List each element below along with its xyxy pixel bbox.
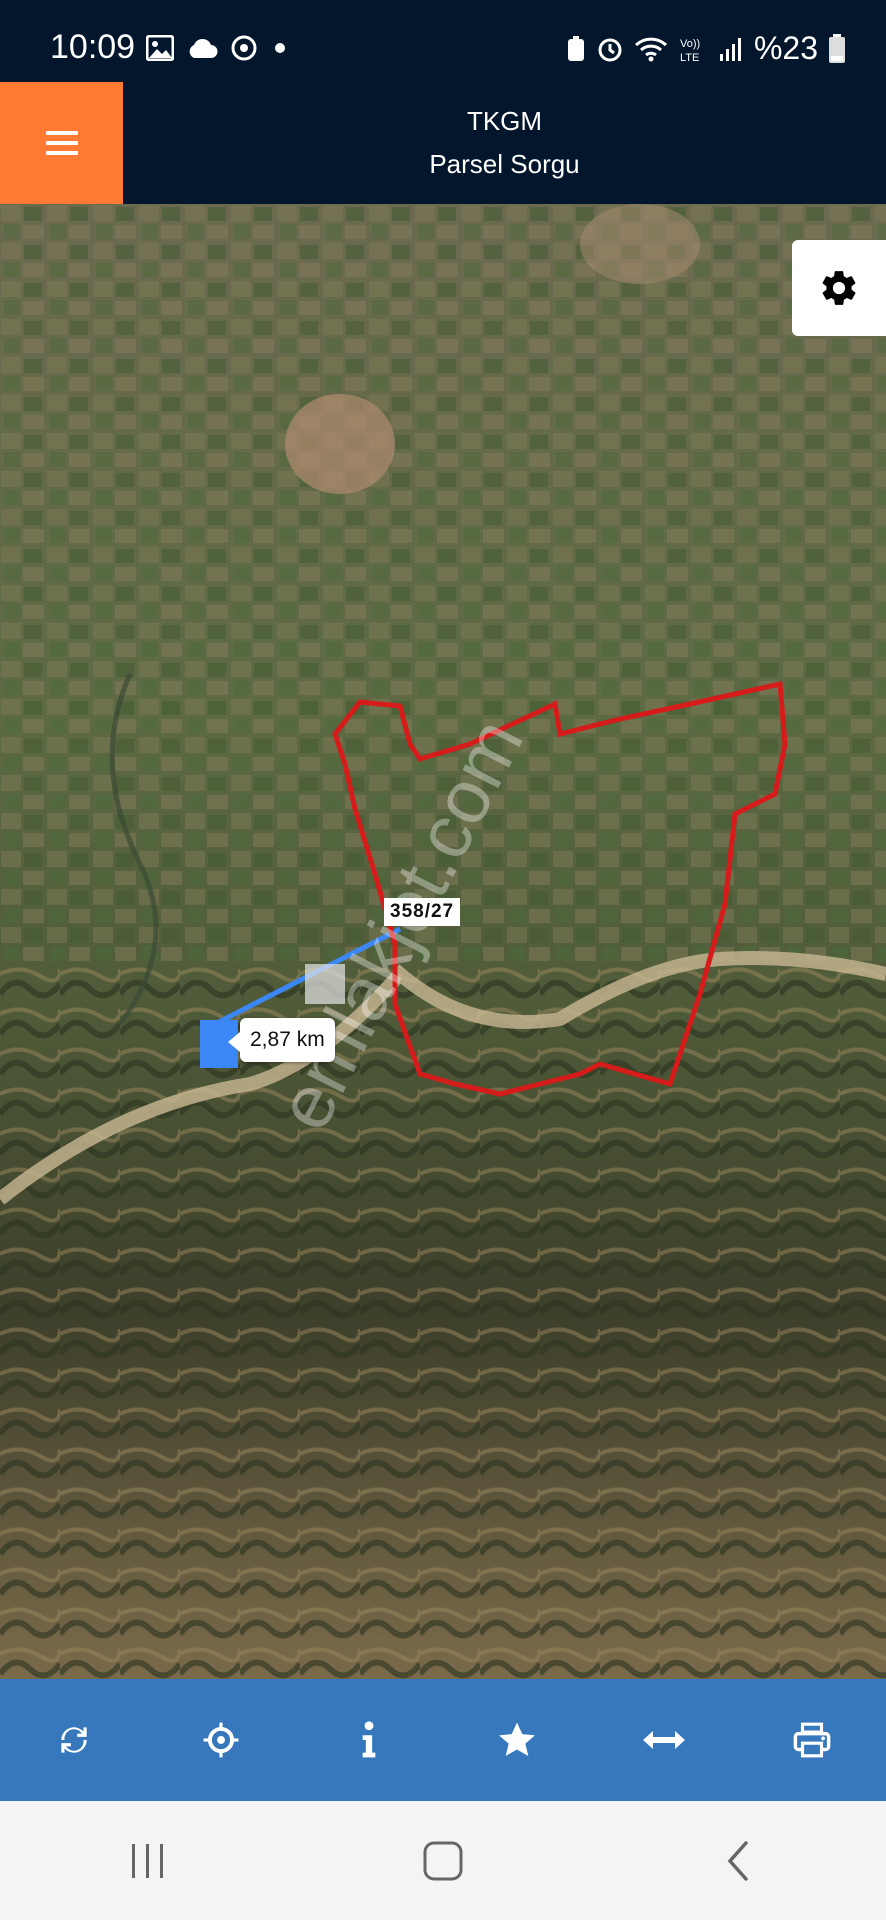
print-button[interactable] (752, 1679, 872, 1801)
status-notification-icons (146, 34, 290, 62)
measure-button[interactable] (604, 1679, 724, 1801)
status-bar: 10:09 Vo)) LTE %23 (0, 0, 886, 82)
measure-icon (643, 1731, 686, 1749)
sync-icon (231, 35, 257, 61)
satellite-map[interactable]: emlakjet.com 358/27 2,87 km (0, 204, 886, 1679)
wifi-icon (634, 37, 667, 61)
battery-icon (829, 33, 845, 63)
crosshair-icon (204, 1722, 239, 1758)
gear-icon (822, 271, 856, 305)
app-title: TKGM (466, 106, 543, 136)
app-bar: TKGM Parsel Sorgu (0, 82, 886, 204)
app-subtitle: Parsel Sorgu (429, 149, 580, 179)
system-nav-bar (0, 1801, 886, 1920)
svg-text:LTE: LTE (680, 52, 699, 63)
menu-button[interactable] (0, 82, 123, 204)
back-button[interactable] (678, 1811, 798, 1911)
refresh-icon (61, 1727, 87, 1753)
refresh-button[interactable] (14, 1679, 134, 1801)
recent-apps-button[interactable] (88, 1811, 208, 1911)
map-toolbar (0, 1679, 886, 1801)
parcel-label[interactable]: 358/27 (384, 898, 461, 926)
distance-label: 2,87 km (228, 1018, 335, 1062)
back-icon (727, 1840, 749, 1881)
settings-button[interactable] (792, 240, 886, 336)
recent-apps-icon (131, 1843, 163, 1878)
home-icon (423, 1841, 463, 1880)
map-imagery (0, 204, 886, 1679)
home-button[interactable] (383, 1811, 503, 1911)
svg-text:Vo)): Vo)) (680, 38, 700, 50)
cloud-icon (189, 38, 218, 58)
app-title-block: TKGM Parsel Sorgu (123, 82, 886, 204)
status-system-icons: Vo)) LTE %23 (566, 30, 846, 67)
info-icon (362, 1721, 376, 1758)
alarm-icon (598, 38, 622, 61)
map-tile-marker (305, 964, 345, 1004)
image-icon (146, 35, 174, 61)
print-icon (793, 1722, 831, 1758)
star-icon (498, 1722, 535, 1756)
signal-icon (719, 37, 741, 61)
volte-icon: Vo)) LTE (680, 38, 700, 63)
info-button[interactable] (309, 1679, 429, 1801)
dot-icon (275, 43, 285, 53)
favorites-button[interactable] (457, 1679, 577, 1801)
status-time: 10:09 (50, 28, 136, 66)
battery-saver-icon (567, 35, 584, 61)
battery-percentage: %23 (753, 30, 818, 66)
hamburger-icon (45, 131, 78, 155)
locate-button[interactable] (161, 1679, 281, 1801)
